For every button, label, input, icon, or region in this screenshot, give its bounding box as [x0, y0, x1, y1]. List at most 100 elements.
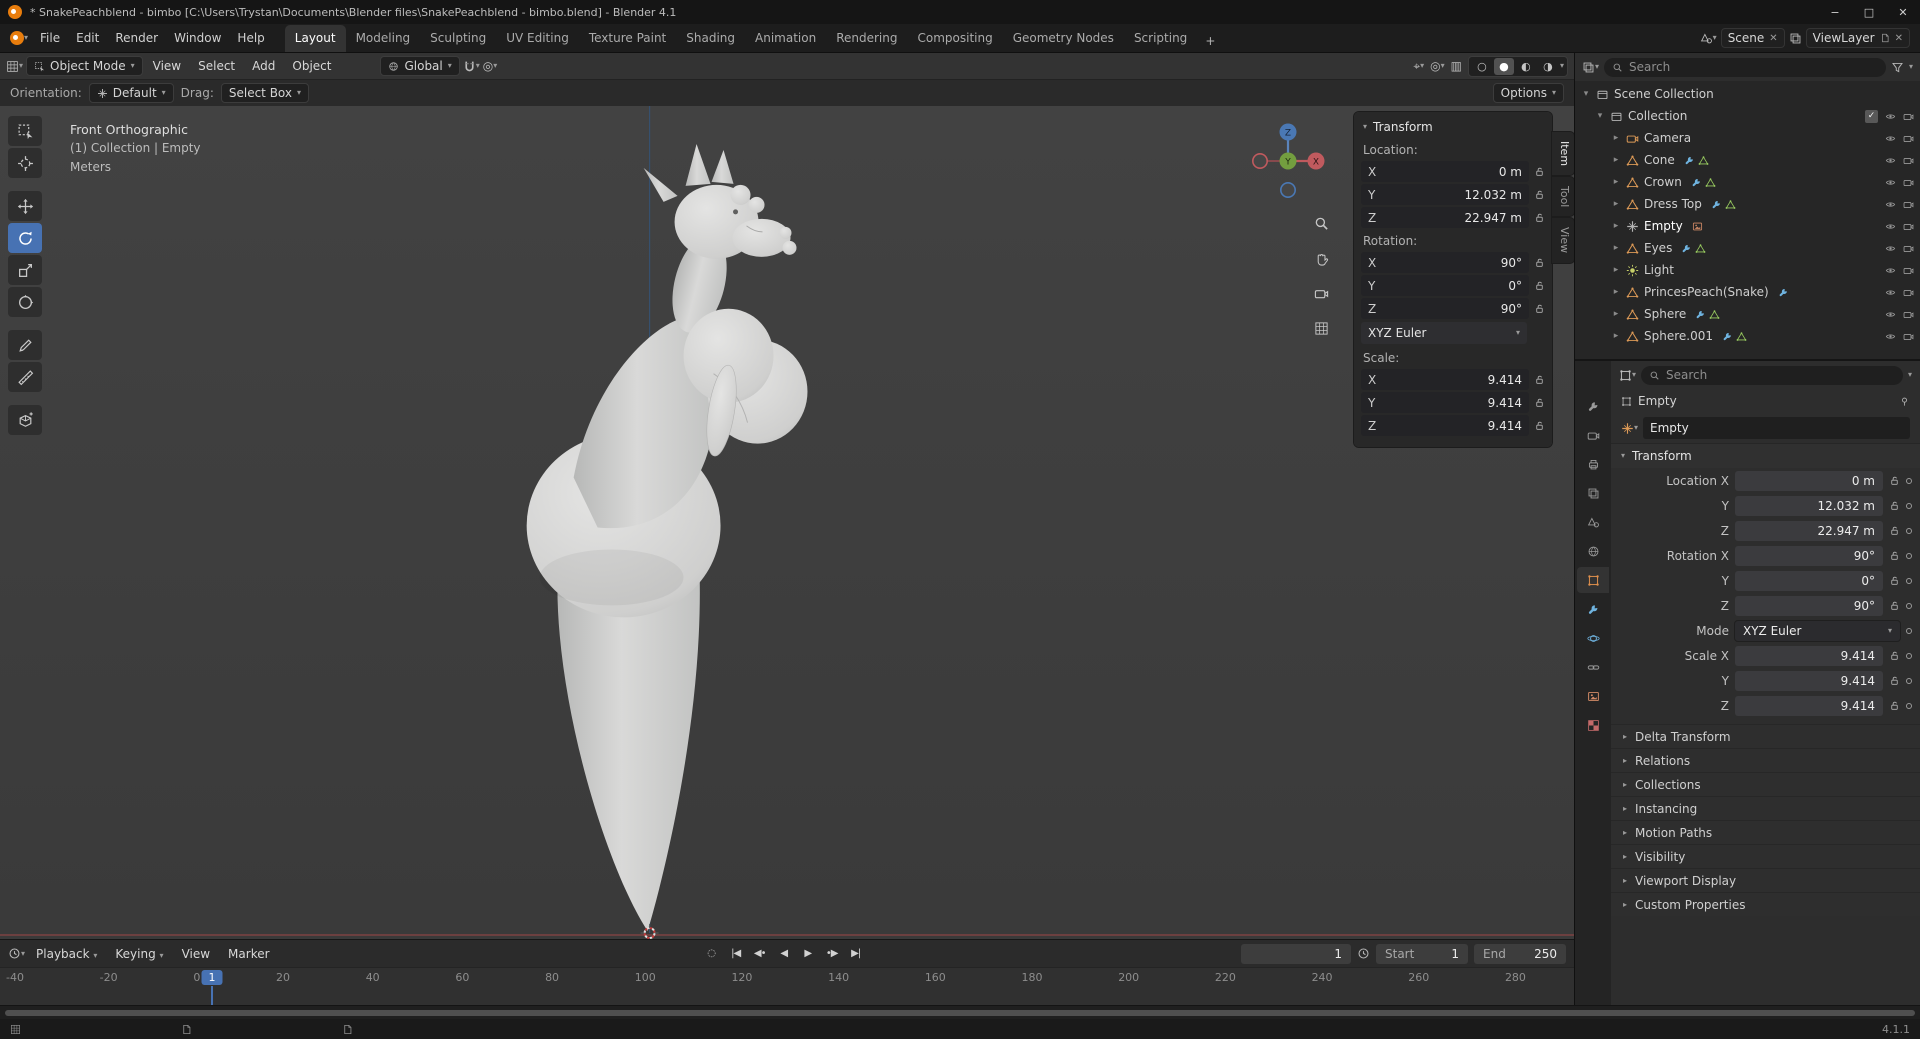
hide-eye-icon[interactable] [1885, 265, 1896, 276]
rotation-mode-dropdown[interactable]: XYZ Euler▾ [1361, 322, 1527, 344]
outliner-options-icon[interactable]: ▾ [1909, 63, 1913, 71]
section-instancing[interactable]: ▸Instancing [1611, 796, 1920, 820]
location-z-field[interactable]: 22.947 m [1735, 521, 1883, 541]
outliner-item-eyes[interactable]: ▸ Eyes [1575, 237, 1920, 259]
collection-checkbox[interactable]: ✓ [1865, 110, 1878, 123]
timeline-editor-type-icon[interactable]: ▾ [8, 947, 25, 960]
tool-scale[interactable] [8, 255, 42, 285]
tab-constraints[interactable] [1577, 654, 1609, 680]
outliner-search-input[interactable]: Search [1604, 58, 1886, 77]
section-relations[interactable]: ▸Relations [1611, 748, 1920, 772]
menu-object[interactable]: Object [285, 56, 338, 76]
camera-view-icon[interactable] [1308, 280, 1334, 306]
lock-icon[interactable] [1889, 700, 1900, 711]
animate-dot[interactable] [1906, 553, 1912, 559]
lock-icon[interactable] [1889, 600, 1900, 611]
n-panel-tab-view[interactable]: View [1552, 218, 1574, 262]
lock-icon[interactable] [1889, 650, 1900, 661]
menu-keying[interactable]: Keying ▾ [108, 944, 170, 964]
tab-physics[interactable] [1577, 625, 1609, 651]
scale-y-field[interactable]: Y9.414 [1361, 392, 1529, 413]
show-gizmo-toggle[interactable]: ⌖▾ [1413, 59, 1424, 74]
lock-icon[interactable] [1889, 500, 1900, 511]
outliner-item-camera[interactable]: ▸ Camera [1575, 127, 1920, 149]
viewlayer-selector[interactable]: ViewLayer✕ [1806, 28, 1910, 48]
pan-hand-icon[interactable] [1308, 245, 1334, 271]
scale-z-field[interactable]: 9.414 [1735, 696, 1883, 716]
filter-icon[interactable] [1891, 61, 1904, 74]
lock-icon[interactable] [1534, 212, 1545, 223]
end-frame-field[interactable]: End250 [1474, 944, 1566, 964]
workspace-tab-scripting[interactable]: Scripting [1124, 25, 1197, 52]
tool-rotate[interactable] [8, 223, 42, 253]
rotation-mode-dropdown[interactable]: XYZ Euler▾ [1735, 621, 1900, 641]
tab-scene[interactable] [1577, 509, 1609, 535]
outliner-item-empty[interactable]: ▸ Empty [1575, 215, 1920, 237]
pin-icon[interactable] [1899, 396, 1910, 407]
tool-move[interactable] [8, 191, 42, 221]
menu-playback[interactable]: Playback ▾ [29, 944, 104, 964]
tool-measure[interactable] [8, 362, 42, 392]
menu-edit[interactable]: Edit [68, 28, 107, 48]
animate-dot[interactable] [1906, 678, 1912, 684]
outliner-item-sphere-001[interactable]: ▸ Sphere.001 [1575, 325, 1920, 347]
outliner-item-princespeach[interactable]: ▸ PrincesPeach(Snake) [1575, 281, 1920, 303]
render-visibility-icon[interactable] [1903, 331, 1914, 342]
hide-eye-icon[interactable] [1885, 287, 1896, 298]
maximize-button[interactable]: □ [1852, 0, 1886, 24]
section-delta-transform[interactable]: ▸Delta Transform [1611, 724, 1920, 748]
scale-x-field[interactable]: X9.414 [1361, 369, 1529, 390]
animate-dot[interactable] [1906, 653, 1912, 659]
lock-icon[interactable] [1534, 166, 1545, 177]
lock-icon[interactable] [1889, 675, 1900, 686]
lock-icon[interactable] [1534, 303, 1545, 314]
transform-section-header[interactable]: ▾Transform [1611, 443, 1920, 468]
shading-solid-button[interactable]: ● [1494, 58, 1514, 75]
render-visibility-icon[interactable] [1903, 177, 1914, 188]
tab-tool[interactable] [1577, 393, 1609, 419]
section-custom-properties[interactable]: ▸Custom Properties [1611, 892, 1920, 916]
toggle-xray[interactable]: ▥ [1451, 59, 1462, 73]
properties-search-input[interactable]: Search [1641, 366, 1903, 385]
workspace-tab-animation[interactable]: Animation [745, 25, 826, 52]
animate-dot[interactable] [1906, 503, 1912, 509]
scene-selector[interactable]: Scene✕ [1721, 28, 1785, 48]
object-name-field[interactable]: Empty [1643, 417, 1910, 439]
viewlayer-copy-icon[interactable] [1880, 33, 1890, 43]
outliner-item-dress-top[interactable]: ▸ Dress Top [1575, 193, 1920, 215]
object-browse-icon[interactable]: ▾ [1621, 422, 1638, 435]
render-visibility-icon[interactable] [1903, 111, 1914, 122]
hide-eye-icon[interactable] [1885, 331, 1896, 342]
tab-render[interactable] [1577, 422, 1609, 448]
blender-menu-icon[interactable]: ▾ [6, 31, 32, 45]
rotation-x-field[interactable]: 90° [1735, 546, 1883, 566]
viewlayer-browse-icon[interactable] [1789, 32, 1802, 45]
orientation-dropdown[interactable]: Default▾ [89, 83, 174, 103]
close-button[interactable]: ✕ [1886, 0, 1920, 24]
jump-to-end-button[interactable]: ▶| [845, 944, 867, 964]
add-workspace-button[interactable]: + [1197, 30, 1223, 52]
hide-eye-icon[interactable] [1885, 243, 1896, 254]
workspace-tab-shading[interactable]: Shading [676, 25, 745, 52]
section-motion-paths[interactable]: ▸Motion Paths [1611, 820, 1920, 844]
scale-y-field[interactable]: 9.414 [1735, 671, 1883, 691]
tab-object[interactable] [1577, 567, 1609, 593]
hide-eye-icon[interactable] [1885, 177, 1896, 188]
lock-icon[interactable] [1534, 189, 1545, 200]
animate-dot[interactable] [1906, 603, 1912, 609]
lock-icon[interactable] [1889, 550, 1900, 561]
menu-render[interactable]: Render [107, 28, 166, 48]
scene-browse-icon[interactable]: ▾ [1700, 32, 1717, 45]
menu-view-timeline[interactable]: View [175, 944, 217, 964]
previous-keyframe-button[interactable]: ◀• [749, 944, 771, 964]
jump-to-start-button[interactable]: |◀ [725, 944, 747, 964]
render-visibility-icon[interactable] [1903, 309, 1914, 320]
section-collections[interactable]: ▸Collections [1611, 772, 1920, 796]
tool-add-cube[interactable] [8, 405, 42, 435]
menu-view[interactable]: View [146, 56, 188, 76]
breadcrumb-object-name[interactable]: Empty [1638, 394, 1677, 408]
section-viewport-display[interactable]: ▸Viewport Display [1611, 868, 1920, 892]
workspace-tab-sculpting[interactable]: Sculpting [420, 25, 496, 52]
outliner-item-sphere[interactable]: ▸ Sphere [1575, 303, 1920, 325]
location-z-field[interactable]: Z22.947 m [1361, 207, 1529, 228]
